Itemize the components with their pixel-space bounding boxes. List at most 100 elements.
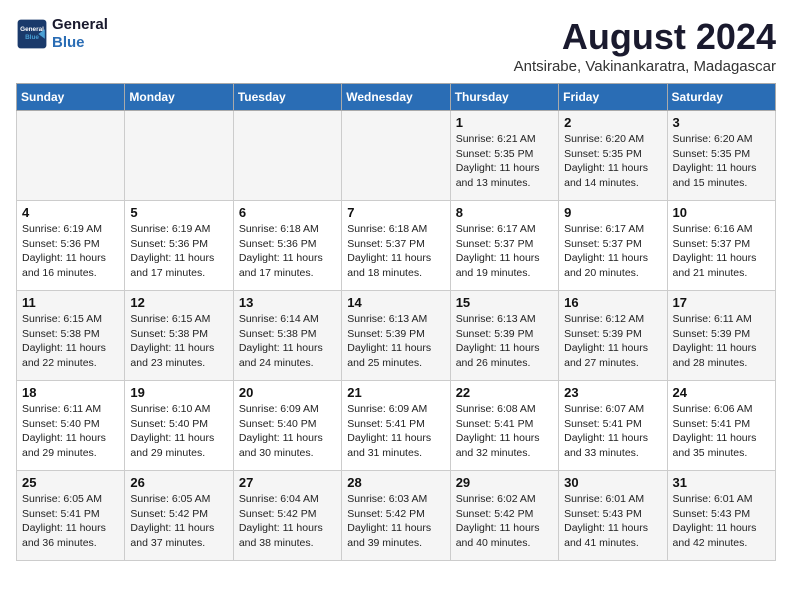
calendar-cell: 15 Sunrise: 6:13 AM Sunset: 5:39 PM Dayli… xyxy=(450,291,558,381)
calendar-cell: 5 Sunrise: 6:19 AM Sunset: 5:36 PM Daylig… xyxy=(125,201,233,291)
cell-date: 26 xyxy=(130,475,227,490)
calendar-cell: 4 Sunrise: 6:19 AM Sunset: 5:36 PM Daylig… xyxy=(17,201,125,291)
cell-date: 6 xyxy=(239,205,336,220)
cell-info: Sunrise: 6:09 AM Sunset: 5:40 PM Dayligh… xyxy=(239,402,336,461)
weekday-header-friday: Friday xyxy=(559,84,667,111)
cell-date: 10 xyxy=(673,205,770,220)
calendar-cell: 14Sunrise: 6:13 AM Sunset: 5:39 PM Dayli… xyxy=(342,291,450,381)
calendar-cell: 24 Sunrise: 6:06 AM Sunset: 5:41 PM Dayli… xyxy=(667,381,775,471)
cell-date: 8 xyxy=(456,205,553,220)
subtitle: Antsirabe, Vakinankaratra, Madagascar xyxy=(514,58,776,75)
calendar-cell: 21 Sunrise: 6:09 AM Sunset: 5:41 PM Dayli… xyxy=(342,381,450,471)
cell-date: 16 xyxy=(564,295,661,310)
cell-date: 9 xyxy=(564,205,661,220)
cell-info: Sunrise: 6:06 AM Sunset: 5:41 PM Dayligh… xyxy=(673,402,770,461)
cell-info: Sunrise: 6:05 AM Sunset: 5:41 PM Dayligh… xyxy=(22,492,119,551)
cell-info: Sunrise: 6:08 AM Sunset: 5:41 PM Dayligh… xyxy=(456,402,553,461)
cell-date: 20 xyxy=(239,385,336,400)
calendar-cell: 23Sunrise: 6:07 AM Sunset: 5:41 PM Dayli… xyxy=(559,381,667,471)
cell-info: Sunrise: 6:20 AM Sunset: 5:35 PM Dayligh… xyxy=(673,132,770,191)
cell-date: 12 xyxy=(130,295,227,310)
cell-info: Sunrise: 6:17 AM Sunset: 5:37 PM Dayligh… xyxy=(456,222,553,281)
calendar-cell: 12Sunrise: 6:15 AM Sunset: 5:38 PM Dayli… xyxy=(125,291,233,381)
calendar-cell: 18 Sunrise: 6:11 AM Sunset: 5:40 PM Dayli… xyxy=(17,381,125,471)
cell-date: 15 xyxy=(456,295,553,310)
calendar-cell: 7 Sunrise: 6:18 AM Sunset: 5:37 PM Daylig… xyxy=(342,201,450,291)
calendar-cell: 25 Sunrise: 6:05 AM Sunset: 5:41 PM Dayli… xyxy=(17,471,125,561)
calendar-cell: 31Sunrise: 6:01 AM Sunset: 5:43 PM Dayli… xyxy=(667,471,775,561)
svg-text:Blue: Blue xyxy=(25,34,39,41)
logo-icon: General Blue xyxy=(16,18,48,50)
calendar-cell: 11 Sunrise: 6:15 AM Sunset: 5:38 PM Dayli… xyxy=(17,291,125,381)
logo: General Blue General Blue xyxy=(16,16,108,52)
calendar-cell: 22 Sunrise: 6:08 AM Sunset: 5:41 PM Dayli… xyxy=(450,381,558,471)
calendar-table: SundayMondayTuesdayWednesdayThursdayFrid… xyxy=(16,83,776,561)
cell-date: 27 xyxy=(239,475,336,490)
weekday-header-wednesday: Wednesday xyxy=(342,84,450,111)
cell-info: Sunrise: 6:17 AM Sunset: 5:37 PM Dayligh… xyxy=(564,222,661,281)
calendar-cell xyxy=(17,111,125,201)
cell-date: 5 xyxy=(130,205,227,220)
cell-info: Sunrise: 6:02 AM Sunset: 5:42 PM Dayligh… xyxy=(456,492,553,551)
weekday-header-thursday: Thursday xyxy=(450,84,558,111)
cell-date: 3 xyxy=(673,115,770,130)
cell-info: Sunrise: 6:14 AM Sunset: 5:38 PM Dayligh… xyxy=(239,312,336,371)
cell-date: 28 xyxy=(347,475,444,490)
calendar-cell: 3 Sunrise: 6:20 AM Sunset: 5:35 PM Daylig… xyxy=(667,111,775,201)
calendar-cell: 6 Sunrise: 6:18 AM Sunset: 5:36 PM Daylig… xyxy=(233,201,341,291)
cell-info: Sunrise: 6:04 AM Sunset: 5:42 PM Dayligh… xyxy=(239,492,336,551)
logo-line1: General xyxy=(52,16,108,34)
cell-date: 1 xyxy=(456,115,553,130)
cell-date: 19 xyxy=(130,385,227,400)
calendar-cell: 19Sunrise: 6:10 AM Sunset: 5:40 PM Dayli… xyxy=(125,381,233,471)
calendar-cell xyxy=(342,111,450,201)
main-title: August 2024 xyxy=(514,16,776,58)
cell-info: Sunrise: 6:11 AM Sunset: 5:39 PM Dayligh… xyxy=(673,312,770,371)
cell-date: 31 xyxy=(673,475,770,490)
cell-info: Sunrise: 6:05 AM Sunset: 5:42 PM Dayligh… xyxy=(130,492,227,551)
cell-date: 23 xyxy=(564,385,661,400)
calendar-cell: 29Sunrise: 6:02 AM Sunset: 5:42 PM Dayli… xyxy=(450,471,558,561)
calendar-week-row: 25 Sunrise: 6:05 AM Sunset: 5:41 PM Dayli… xyxy=(17,471,776,561)
cell-date: 7 xyxy=(347,205,444,220)
weekday-header-sunday: Sunday xyxy=(17,84,125,111)
calendar-cell: 26 Sunrise: 6:05 AM Sunset: 5:42 PM Dayli… xyxy=(125,471,233,561)
calendar-cell: 28 Sunrise: 6:03 AM Sunset: 5:42 PM Dayli… xyxy=(342,471,450,561)
cell-date: 25 xyxy=(22,475,119,490)
cell-date: 17 xyxy=(673,295,770,310)
calendar-cell: 30Sunrise: 6:01 AM Sunset: 5:43 PM Dayli… xyxy=(559,471,667,561)
cell-info: Sunrise: 6:11 AM Sunset: 5:40 PM Dayligh… xyxy=(22,402,119,461)
weekday-header-monday: Monday xyxy=(125,84,233,111)
calendar-cell: 10Sunrise: 6:16 AM Sunset: 5:37 PM Dayli… xyxy=(667,201,775,291)
calendar-week-row: 11 Sunrise: 6:15 AM Sunset: 5:38 PM Dayli… xyxy=(17,291,776,381)
cell-info: Sunrise: 6:19 AM Sunset: 5:36 PM Dayligh… xyxy=(22,222,119,281)
cell-date: 24 xyxy=(673,385,770,400)
calendar-cell: 8 Sunrise: 6:17 AM Sunset: 5:37 PM Daylig… xyxy=(450,201,558,291)
cell-info: Sunrise: 6:15 AM Sunset: 5:38 PM Dayligh… xyxy=(22,312,119,371)
calendar-cell: 2Sunrise: 6:20 AM Sunset: 5:35 PM Daylig… xyxy=(559,111,667,201)
cell-info: Sunrise: 6:18 AM Sunset: 5:37 PM Dayligh… xyxy=(347,222,444,281)
cell-date: 21 xyxy=(347,385,444,400)
cell-info: Sunrise: 6:18 AM Sunset: 5:36 PM Dayligh… xyxy=(239,222,336,281)
calendar-cell: 13Sunrise: 6:14 AM Sunset: 5:38 PM Dayli… xyxy=(233,291,341,381)
calendar-cell xyxy=(125,111,233,201)
cell-date: 22 xyxy=(456,385,553,400)
calendar-cell: 1Sunrise: 6:21 AM Sunset: 5:35 PM Daylig… xyxy=(450,111,558,201)
cell-date: 11 xyxy=(22,295,119,310)
weekday-header-saturday: Saturday xyxy=(667,84,775,111)
cell-date: 18 xyxy=(22,385,119,400)
calendar-cell: 17 Sunrise: 6:11 AM Sunset: 5:39 PM Dayli… xyxy=(667,291,775,381)
cell-info: Sunrise: 6:03 AM Sunset: 5:42 PM Dayligh… xyxy=(347,492,444,551)
header: General Blue General Blue August 2024 An… xyxy=(16,16,776,75)
calendar-cell: 16Sunrise: 6:12 AM Sunset: 5:39 PM Dayli… xyxy=(559,291,667,381)
calendar-cell: 20 Sunrise: 6:09 AM Sunset: 5:40 PM Dayli… xyxy=(233,381,341,471)
calendar-cell xyxy=(233,111,341,201)
calendar-week-row: 1Sunrise: 6:21 AM Sunset: 5:35 PM Daylig… xyxy=(17,111,776,201)
calendar-week-row: 18 Sunrise: 6:11 AM Sunset: 5:40 PM Dayli… xyxy=(17,381,776,471)
cell-info: Sunrise: 6:13 AM Sunset: 5:39 PM Dayligh… xyxy=(456,312,553,371)
cell-date: 14 xyxy=(347,295,444,310)
cell-info: Sunrise: 6:19 AM Sunset: 5:36 PM Dayligh… xyxy=(130,222,227,281)
cell-date: 4 xyxy=(22,205,119,220)
calendar-cell: 27 Sunrise: 6:04 AM Sunset: 5:42 PM Dayli… xyxy=(233,471,341,561)
cell-info: Sunrise: 6:09 AM Sunset: 5:41 PM Dayligh… xyxy=(347,402,444,461)
